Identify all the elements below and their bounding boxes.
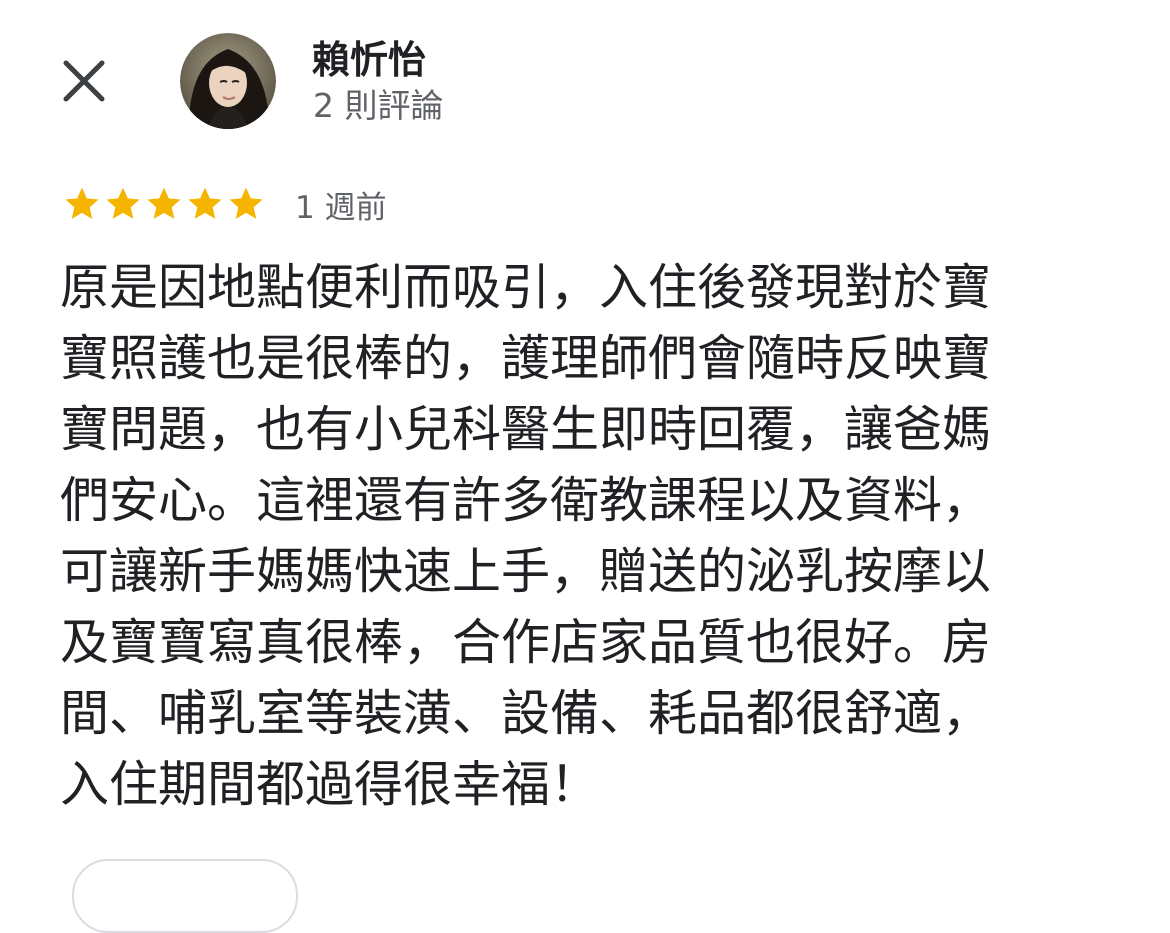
action-chip[interactable] <box>72 859 298 933</box>
review-text-line: 入住期間都過得很幸福！ <box>60 756 600 813</box>
avatar[interactable] <box>180 33 276 129</box>
review-text-line: 寶照護也是很棒的，護理師們會隨時反映寶 <box>60 330 992 387</box>
rating-row: 1 週前 <box>62 180 387 228</box>
close-icon <box>63 60 105 102</box>
review-text-line: 寶問題，也有小兒科醫生即時回覆，讓爸媽 <box>60 401 992 458</box>
review-text-line: 原是因地點便利而吸引，入住後發現對於寶 <box>60 259 992 316</box>
close-button[interactable] <box>56 53 112 109</box>
star-icon <box>188 187 222 219</box>
star-icon <box>65 187 99 219</box>
review-text-line: 們安心。這裡還有許多衛教課程以及資料， <box>60 472 992 529</box>
star-icon <box>229 187 263 219</box>
review-text-line: 可讓新手媽媽快速上手，贈送的泌乳按摩以 <box>60 543 992 600</box>
review-text-line: 間、哺乳室等裝潢、設備、耗品都很舒適， <box>60 685 992 742</box>
star-icon <box>147 187 181 219</box>
review-text-line: 及寶寶寫真很棒，合作店家品質也很好。房 <box>60 614 992 671</box>
star-icon <box>106 187 140 219</box>
review-text: 原是因地點便利而吸引，入住後發現對於寶 寶照護也是很棒的，護理師們會隨時反映寶 … <box>60 252 1100 820</box>
reviewer-name[interactable]: 賴忻怡 <box>312 36 426 84</box>
review-time: 1 週前 <box>295 189 387 226</box>
review-count: 2 則評論 <box>313 86 444 125</box>
avatar-image <box>180 33 276 129</box>
star-rating <box>62 184 267 224</box>
